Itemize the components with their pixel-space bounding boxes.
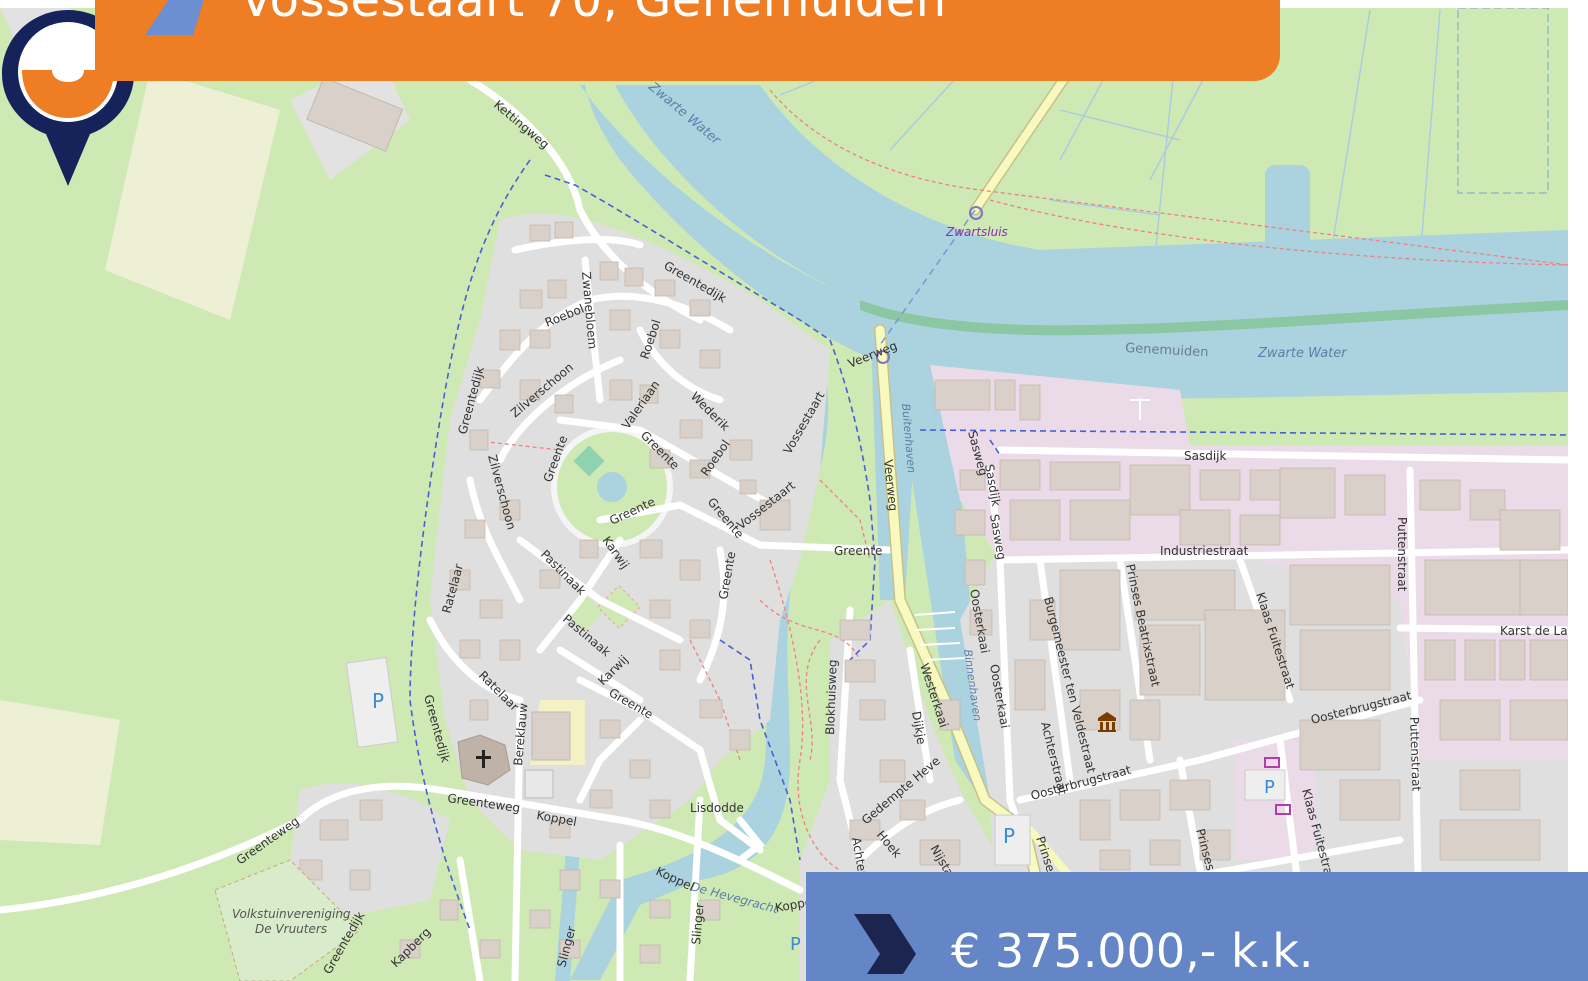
farmland-area-south <box>0 700 120 845</box>
wetland-area <box>1457 8 1549 194</box>
chevron-icon <box>854 914 916 974</box>
price-label: € 375.000,- k.k. <box>951 924 1314 978</box>
street-label: Blokhuisweg <box>823 659 840 735</box>
address-banner: Vossestaart 70, Genemuiden <box>95 0 1280 81</box>
label-zwarte-water-east: Zwarte Water <box>1257 346 1348 361</box>
map-canvas: P P P P Zwartsluis Genemuiden Zwarte Wat… <box>0 8 1568 981</box>
pond-park <box>597 472 627 502</box>
address-title: Vossestaart 70, Genemuiden <box>240 0 947 28</box>
street-label: Puttenstraat <box>1407 717 1424 792</box>
label-volkstuin-1: Volkstuinvereniging <box>232 907 351 921</box>
svg-text:P: P <box>372 689 384 713</box>
street-label: Industriestraat <box>1160 544 1249 558</box>
street-label: Sasdijk <box>1184 449 1227 463</box>
street-label: Karst de Lang <box>1500 624 1568 638</box>
sports-court <box>524 769 554 799</box>
svg-text:P: P <box>1264 777 1275 798</box>
street-label: Greente <box>834 544 882 558</box>
map-frame: P P P P Zwartsluis Genemuiden Zwarte Wat… <box>0 0 1588 981</box>
street-label: Puttenstraat <box>1395 517 1409 592</box>
price-banner: € 375.000,- k.k. <box>806 872 1588 981</box>
svg-text:P: P <box>790 934 801 955</box>
chevron-icon <box>145 0 204 35</box>
label-volkstuin-2: De Vruuters <box>255 922 327 936</box>
label-zwartsluis: Zwartsluis <box>945 225 1008 239</box>
map-view[interactable]: P P P P Zwartsluis Genemuiden Zwarte Wat… <box>0 8 1568 981</box>
school-building <box>531 711 571 761</box>
svg-text:P: P <box>1003 824 1015 848</box>
street-label: Lisdodde <box>690 801 744 815</box>
